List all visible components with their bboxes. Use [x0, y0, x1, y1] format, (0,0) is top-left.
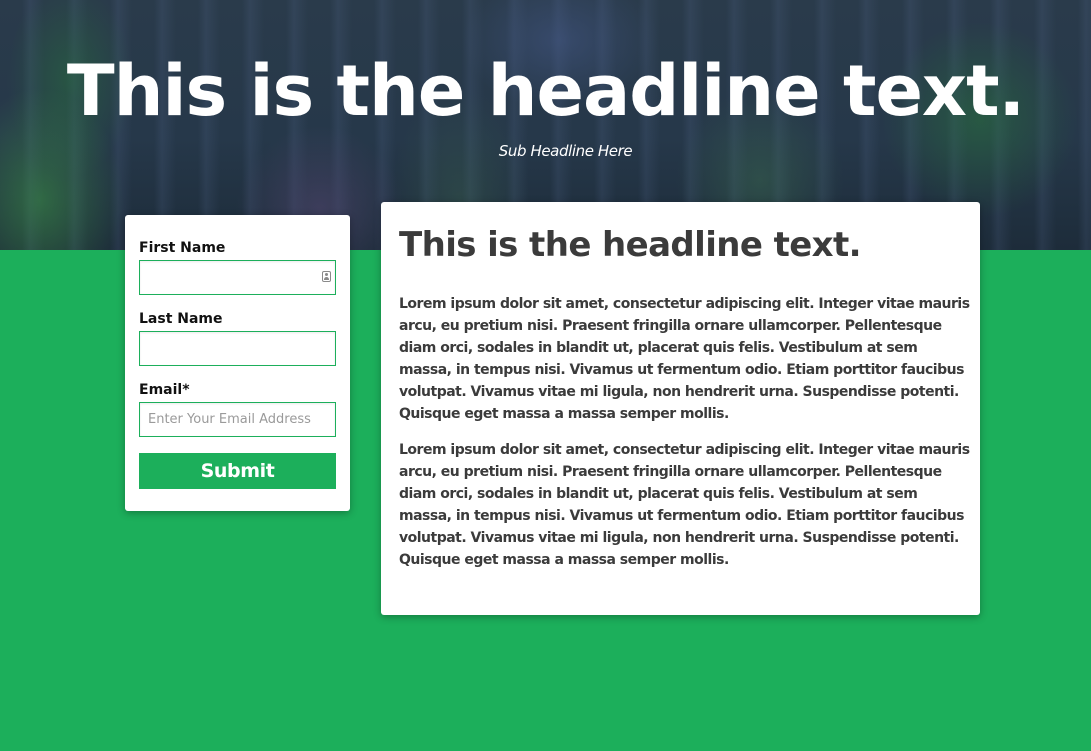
last-name-label: Last Name: [139, 311, 223, 327]
content-paragraph: Lorem ipsum dolor sit amet, consectetur …: [399, 442, 970, 568]
last-name-field[interactable]: [139, 331, 336, 366]
content-card: This is the headline text. Lorem ipsum d…: [381, 202, 980, 615]
first-name-label: First Name: [139, 240, 226, 256]
first-name-field[interactable]: [139, 260, 336, 295]
hero-subheadline: Sub Headline Here: [498, 142, 633, 160]
email-field[interactable]: [139, 402, 336, 437]
signup-form: First Name Last Name Email* Submit: [125, 215, 350, 511]
contact-card-icon[interactable]: [322, 271, 331, 282]
content-paragraph: Lorem ipsum dolor sit amet, consectetur …: [399, 296, 970, 422]
email-label: Email*: [139, 382, 190, 398]
hero-headline: This is the headline text.: [66, 50, 1025, 132]
content-headline: This is the headline text.: [399, 225, 862, 265]
submit-button[interactable]: Submit: [139, 453, 336, 489]
